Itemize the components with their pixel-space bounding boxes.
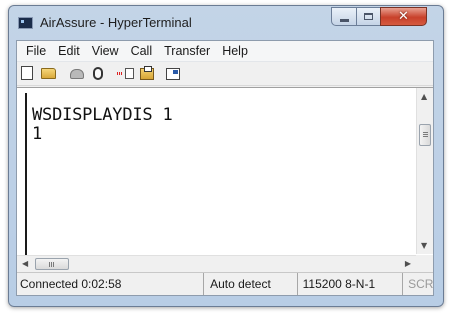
properties-icon[interactable] bbox=[164, 66, 182, 81]
scroll-right-icon[interactable]: ▶ bbox=[405, 259, 411, 268]
terminal-margin bbox=[25, 93, 27, 256]
hyperterminal-window: AirAssure - HyperTerminal ✕ File Edit Vi… bbox=[8, 5, 444, 307]
scrollbar-corner bbox=[416, 255, 433, 272]
client-area: File Edit View Call Transfer Help WSDISP… bbox=[16, 40, 434, 296]
status-port-settings: 115200 8-N-1 bbox=[298, 273, 404, 295]
status-connection: Connected 0:02:58 bbox=[17, 273, 205, 295]
toolbar bbox=[17, 62, 433, 86]
open-icon[interactable] bbox=[39, 66, 57, 81]
horizontal-scrollbar[interactable]: ◀ ▶ bbox=[17, 255, 416, 272]
scroll-left-icon[interactable]: ◀ bbox=[22, 259, 28, 268]
new-icon[interactable] bbox=[21, 66, 33, 80]
terminal-line-2: 1 bbox=[32, 124, 43, 144]
maximize-button[interactable] bbox=[356, 7, 381, 26]
horizontal-scroll-thumb[interactable] bbox=[35, 258, 69, 270]
maximize-icon bbox=[364, 13, 373, 20]
send-icon[interactable] bbox=[116, 66, 134, 81]
receive-icon[interactable] bbox=[138, 65, 156, 81]
scroll-up-icon[interactable]: ▲ bbox=[421, 92, 427, 101]
connect-icon[interactable] bbox=[68, 66, 86, 81]
close-icon: ✕ bbox=[398, 9, 409, 24]
terminal-screen[interactable]: WSDISPLAYDIS 1 1 ▲ ▼ ◀ ▶ bbox=[17, 87, 433, 272]
scroll-down-icon[interactable]: ▼ bbox=[421, 241, 427, 250]
window-title: AirAssure - HyperTerminal bbox=[40, 15, 192, 30]
hyperterminal-icon[interactable] bbox=[18, 17, 33, 29]
menu-transfer[interactable]: Transfer bbox=[158, 41, 216, 61]
menu-bar: File Edit View Call Transfer Help bbox=[17, 41, 433, 62]
minimize-button[interactable] bbox=[331, 7, 357, 26]
terminal-line-1: WSDISPLAYDIS 1 bbox=[32, 105, 173, 125]
status-detect: Auto detect bbox=[204, 273, 298, 295]
menu-call[interactable]: Call bbox=[125, 41, 159, 61]
menu-file[interactable]: File bbox=[20, 41, 52, 61]
minimize-icon bbox=[339, 18, 349, 22]
status-bar: Connected 0:02:58 Auto detect 115200 8-N… bbox=[17, 272, 433, 295]
close-button[interactable]: ✕ bbox=[380, 7, 427, 26]
menu-help[interactable]: Help bbox=[216, 41, 254, 61]
disconnect-icon[interactable] bbox=[90, 66, 106, 81]
menu-view[interactable]: View bbox=[86, 41, 125, 61]
vertical-scrollbar[interactable]: ▲ ▼ bbox=[416, 88, 433, 254]
title-bar[interactable]: AirAssure - HyperTerminal ✕ bbox=[9, 6, 443, 40]
menu-edit[interactable]: Edit bbox=[52, 41, 86, 61]
status-scroll: SCROLL bbox=[408, 277, 434, 291]
vertical-scroll-thumb[interactable] bbox=[419, 124, 431, 146]
